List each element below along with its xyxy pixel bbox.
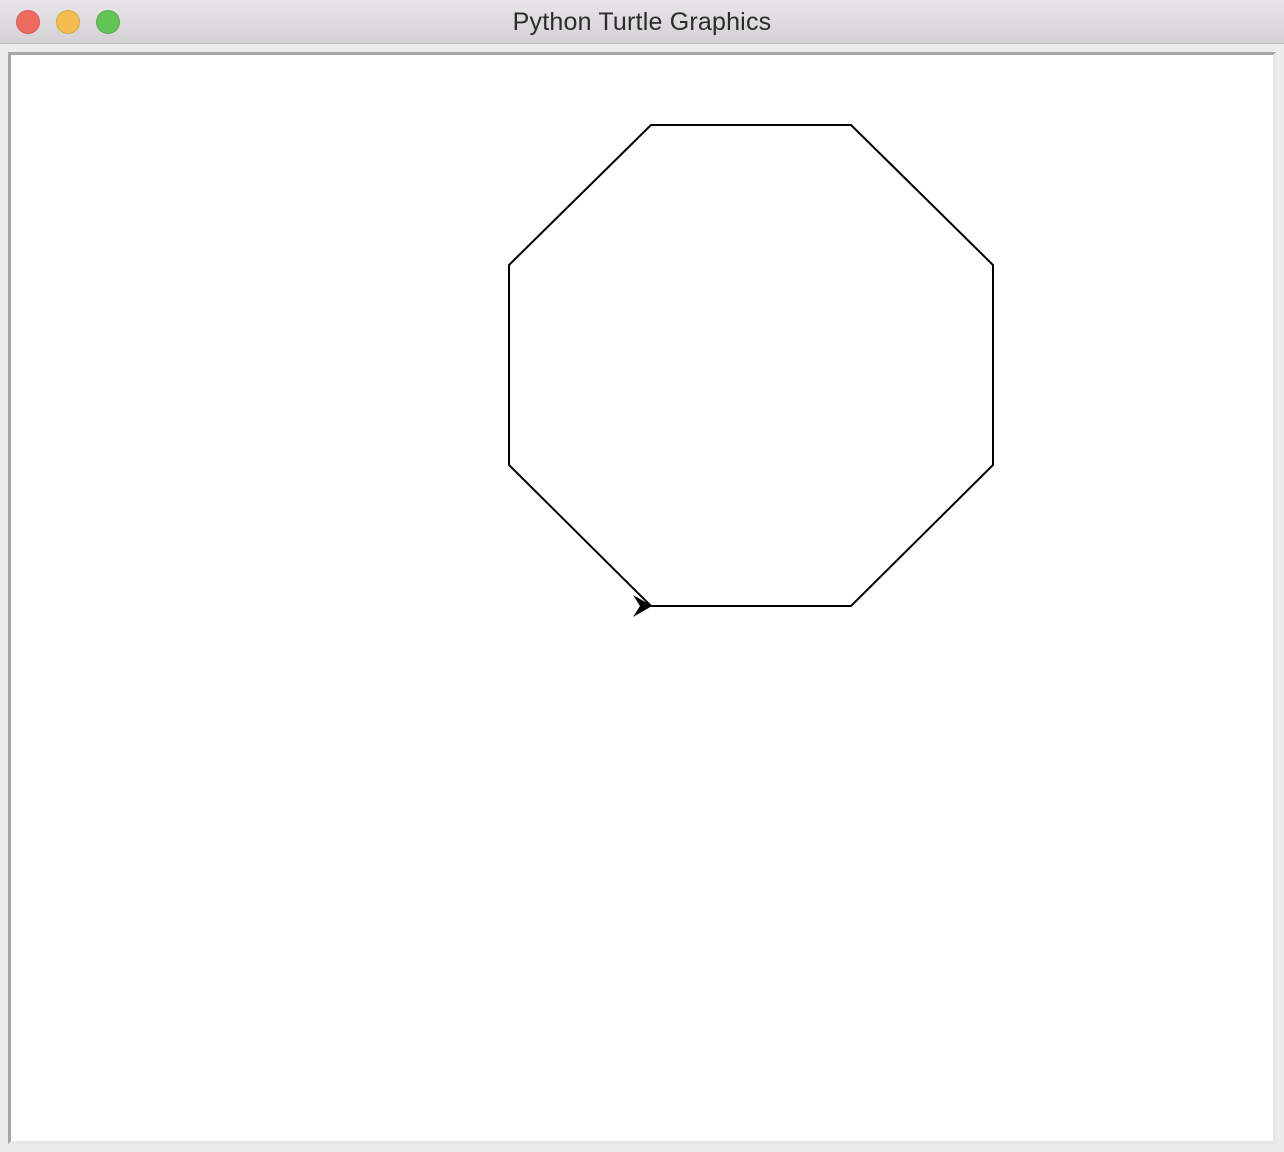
turtle-window: Python Turtle Graphics (0, 0, 1284, 1152)
title-bar[interactable]: Python Turtle Graphics (0, 0, 1284, 44)
octagon-path (508, 124, 994, 607)
turtle-canvas[interactable] (8, 52, 1276, 1144)
window-title: Python Turtle Graphics (512, 8, 772, 36)
drawing-surface (508, 124, 994, 617)
